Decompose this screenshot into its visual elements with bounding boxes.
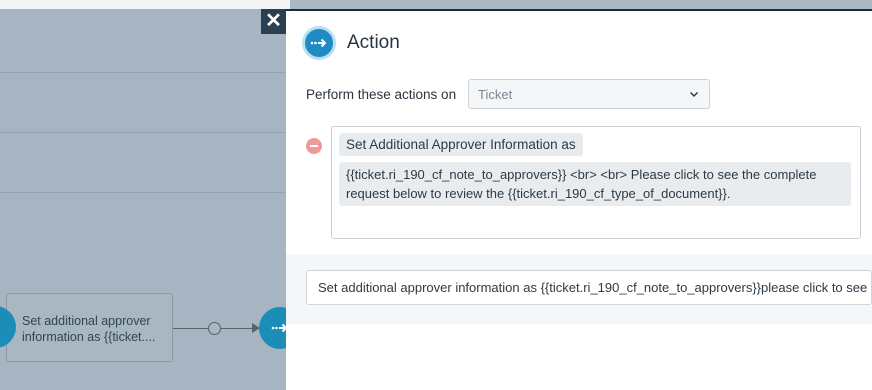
action-value-tag: {{ticket.ri_190_cf_note_to_approvers}} <… — [339, 162, 851, 206]
action-panel: Action Perform these actions on Ticket S… — [286, 9, 872, 390]
panel-title: Action — [347, 32, 400, 53]
close-panel-button[interactable]: ✕ — [261, 9, 286, 34]
action-icon — [302, 26, 336, 60]
arrow-right-icon — [310, 38, 327, 48]
minus-circle-icon[interactable] — [306, 138, 322, 154]
canvas-divider — [0, 192, 290, 193]
canvas-top-strip — [0, 0, 290, 9]
canvas-divider — [0, 132, 290, 133]
workflow-canvas: Set additional approver information as {… — [0, 0, 290, 390]
canvas-divider — [0, 72, 290, 73]
action-editor[interactable]: Set Additional Approver Information as {… — [331, 126, 861, 239]
node-text: Set additional approver information as {… — [22, 314, 156, 344]
target-select[interactable]: Ticket — [468, 79, 710, 109]
workflow-node-card[interactable]: Set additional approver information as {… — [6, 293, 173, 362]
connector-add-point[interactable] — [208, 322, 221, 335]
panel-header: Action — [302, 25, 400, 61]
perform-row: Perform these actions on Ticket — [306, 79, 710, 109]
action-summary-field[interactable]: Set additional approver information as {… — [306, 270, 872, 305]
perform-label: Perform these actions on — [306, 86, 457, 102]
chevron-down-icon — [689, 91, 699, 98]
target-select-value: Ticket — [478, 86, 513, 102]
action-label-tag: Set Additional Approver Information as — [339, 133, 583, 156]
summary-section: Set additional approver information as {… — [286, 254, 872, 324]
